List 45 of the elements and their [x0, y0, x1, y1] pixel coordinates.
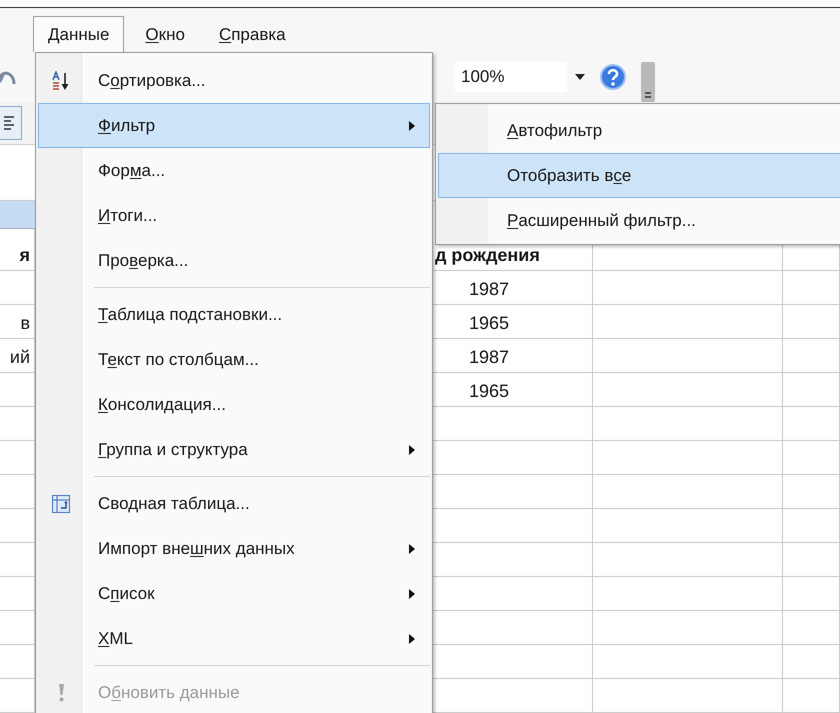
submenu-arrow-icon	[409, 588, 415, 598]
submenu-arrow-icon	[409, 120, 415, 130]
table-cell	[783, 441, 840, 475]
table-cell	[783, 373, 840, 407]
menu-item[interactable]: Фильтр	[38, 103, 430, 148]
menu-item[interactable]: Консолидация...	[38, 382, 430, 427]
table-cell	[783, 271, 840, 305]
table-cell	[783, 407, 840, 441]
table-cell	[783, 543, 840, 577]
table-cell	[783, 611, 840, 645]
menu-item[interactable]: XML	[38, 616, 430, 661]
align-button[interactable]	[0, 106, 22, 140]
table-cell	[783, 475, 840, 509]
menu-item[interactable]: Список	[38, 571, 430, 616]
menu-item[interactable]: Автофильтр	[438, 108, 840, 153]
table-cell	[783, 339, 840, 373]
dropdown-arrow-icon[interactable]	[575, 74, 585, 80]
menu-item[interactable]: Итоги...	[38, 193, 430, 238]
table-cell	[783, 509, 840, 543]
submenu-arrow-icon	[409, 444, 415, 454]
table-cell	[783, 645, 840, 679]
menu-item[interactable]: Таблица подстановки...	[38, 292, 430, 337]
exclamation-icon	[58, 684, 64, 702]
sort-icon	[51, 70, 71, 90]
menu-item[interactable]: Проверка...	[38, 238, 430, 283]
menu-item[interactable]: Текст по столбцам...	[38, 337, 430, 382]
submenu-arrow-icon	[409, 544, 415, 554]
menu-item[interactable]: Данные	[33, 16, 124, 52]
menu-item[interactable]: Импорт внешних данных	[38, 526, 430, 571]
zoom-field[interactable]: 100%	[455, 62, 567, 92]
menu-item[interactable]: Сводная таблица...	[38, 481, 430, 526]
menu-item[interactable]: Справка	[206, 16, 299, 52]
table-cell	[783, 305, 840, 339]
table-cell	[783, 679, 840, 713]
menu-item[interactable]: Форма...	[38, 148, 430, 193]
menu-item[interactable]: Сортировка...	[38, 58, 430, 103]
submenu-arrow-icon	[409, 634, 415, 644]
menu-item[interactable]: Группа и структура	[38, 427, 430, 472]
pivot-table-icon	[52, 494, 70, 512]
toolbar-grip-icon[interactable]	[641, 62, 655, 102]
menu-item[interactable]: Отобразить все	[438, 153, 840, 198]
help-icon[interactable]	[599, 63, 627, 91]
menu-item[interactable]: Окно	[132, 16, 198, 52]
table-cell	[783, 577, 840, 611]
align-icon	[3, 115, 15, 131]
